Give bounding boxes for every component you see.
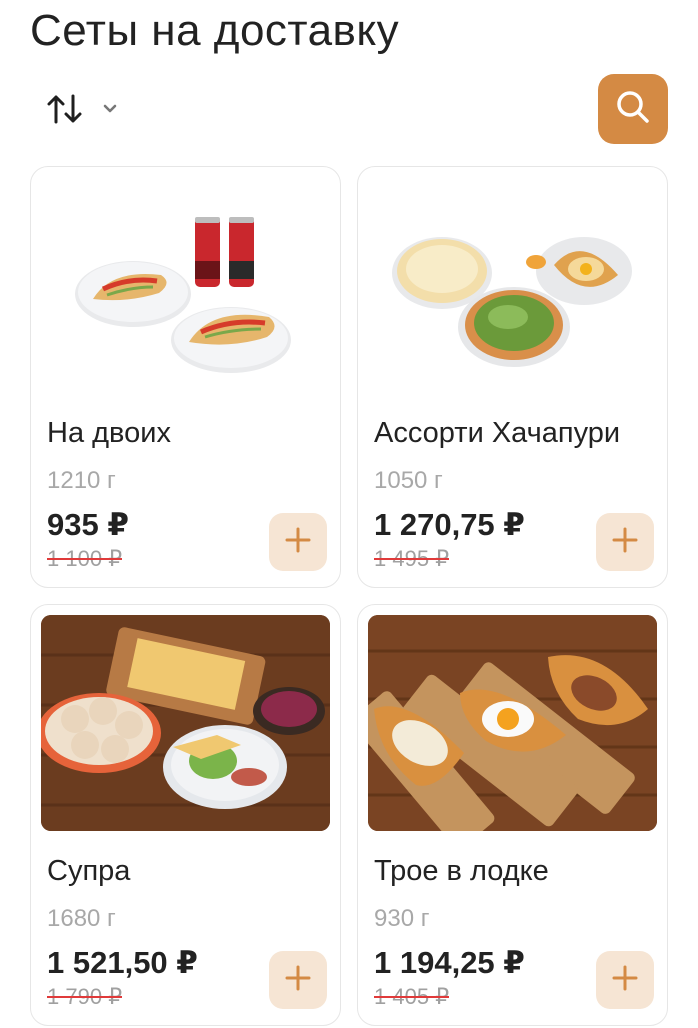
product-weight: 1680 г xyxy=(47,905,116,932)
product-price: 1 194,25 ₽ xyxy=(374,945,525,980)
search-icon xyxy=(613,87,653,132)
plus-icon xyxy=(611,964,639,997)
product-weight: 930 г xyxy=(374,905,430,932)
product-image xyxy=(368,177,657,393)
product-card[interactable]: На двоих 1210 г 935 ₽ 1 100 ₽ xyxy=(30,166,341,588)
product-card[interactable]: Трое в лодке 930 г 1 194,25 ₽ 1 405 ₽ xyxy=(357,604,668,1026)
product-name: Трое в лодке xyxy=(374,855,549,887)
add-to-cart-button[interactable] xyxy=(596,513,654,571)
plus-icon xyxy=(284,964,312,997)
product-old-price: 1 790 ₽ xyxy=(47,985,123,1005)
product-name: На двоих xyxy=(47,417,171,449)
plus-icon xyxy=(611,526,639,559)
product-image xyxy=(41,615,330,831)
product-weight: 1210 г xyxy=(47,467,116,494)
product-price: 1 270,75 ₽ xyxy=(374,507,525,542)
add-to-cart-button[interactable] xyxy=(596,951,654,1009)
product-old-price: 1 405 ₽ xyxy=(374,985,450,1005)
product-old-price: 1 495 ₽ xyxy=(374,547,450,567)
add-to-cart-button[interactable] xyxy=(269,951,327,1009)
product-name: Супра xyxy=(47,855,131,887)
sort-dropdown[interactable] xyxy=(46,88,118,134)
plus-icon xyxy=(284,526,312,559)
product-image xyxy=(41,177,330,393)
product-old-price: 1 100 ₽ xyxy=(47,547,123,567)
product-weight: 1050 г xyxy=(374,467,443,494)
chevron-down-icon xyxy=(102,102,118,120)
add-to-cart-button[interactable] xyxy=(269,513,327,571)
product-card[interactable]: Супра 1680 г 1 521,50 ₽ 1 790 ₽ xyxy=(30,604,341,1026)
page-title: Сеты на доставку xyxy=(30,6,400,55)
product-price: 935 ₽ xyxy=(47,507,129,542)
product-card[interactable]: Ассорти Хачапури 1050 г 1 270,75 ₽ 1 495… xyxy=(357,166,668,588)
product-grid: На двоих 1210 г 935 ₽ 1 100 ₽ Ассорти Ха… xyxy=(30,166,670,1026)
search-button[interactable] xyxy=(598,74,668,144)
product-image xyxy=(368,615,657,831)
product-price: 1 521,50 ₽ xyxy=(47,945,198,980)
product-name: Ассорти Хачапури xyxy=(374,417,621,449)
sort-arrows-icon xyxy=(46,92,84,131)
